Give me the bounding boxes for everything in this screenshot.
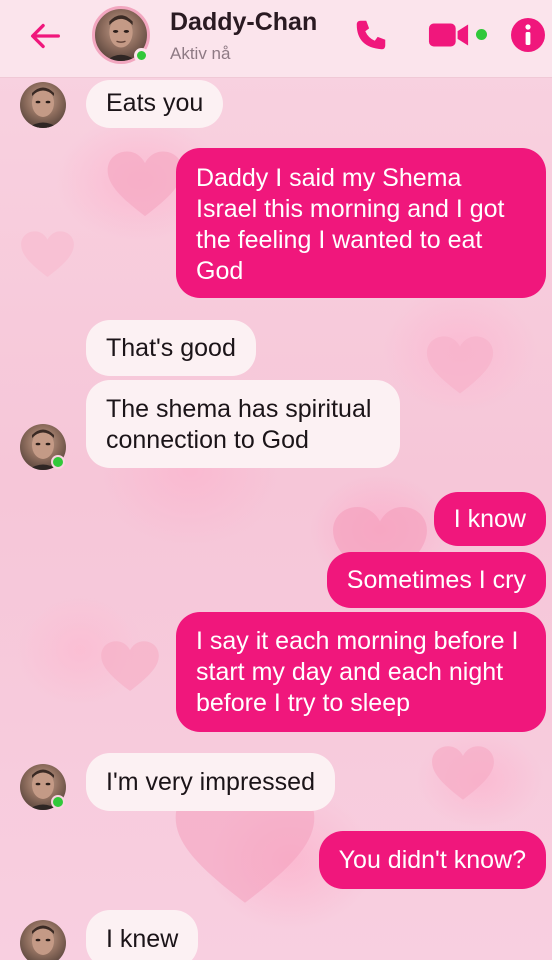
heart-decoration (425, 335, 495, 397)
heart-decoration (20, 230, 75, 280)
message-bubble-incoming[interactable]: That's good (86, 320, 256, 376)
online-status-dot (51, 795, 65, 809)
back-arrow-icon[interactable] (26, 17, 64, 55)
message-bubble-incoming[interactable]: The shema has spiritual connection to Go… (86, 380, 400, 468)
contact-avatar[interactable] (92, 6, 150, 64)
contact-avatar-small[interactable] (20, 920, 66, 960)
message-bubble-outgoing[interactable]: I say it each morning before I start my … (176, 612, 546, 732)
message-bubble-outgoing[interactable]: I know (433, 492, 546, 546)
message-bubble-outgoing[interactable]: Sometimes I cry (326, 552, 546, 608)
message-bubble-incoming[interactable]: I'm very impressed (86, 753, 335, 811)
phone-icon[interactable] (352, 16, 390, 54)
info-icon[interactable] (510, 17, 546, 53)
online-status-dot (134, 48, 149, 63)
contact-name[interactable]: Daddy-Chan (170, 8, 317, 37)
online-status-dot (51, 455, 65, 469)
chat-header: Daddy-Chan Aktiv nå (0, 0, 552, 78)
contact-avatar-small[interactable] (20, 82, 66, 128)
message-bubble-outgoing[interactable]: Daddy I said my Shema Israel this mornin… (176, 148, 546, 298)
video-camera-icon[interactable] (428, 21, 470, 49)
heart-decoration (105, 150, 185, 220)
active-indicator-dot (476, 29, 487, 40)
heart-decoration (430, 745, 496, 803)
heart-decoration (100, 640, 160, 694)
message-bubble-incoming[interactable]: Eats you (86, 80, 224, 128)
message-bubble-outgoing[interactable]: You didn't know? (318, 831, 546, 889)
message-bubble-incoming[interactable]: I knew (86, 910, 199, 960)
contact-status: Aktiv nå (170, 44, 231, 63)
